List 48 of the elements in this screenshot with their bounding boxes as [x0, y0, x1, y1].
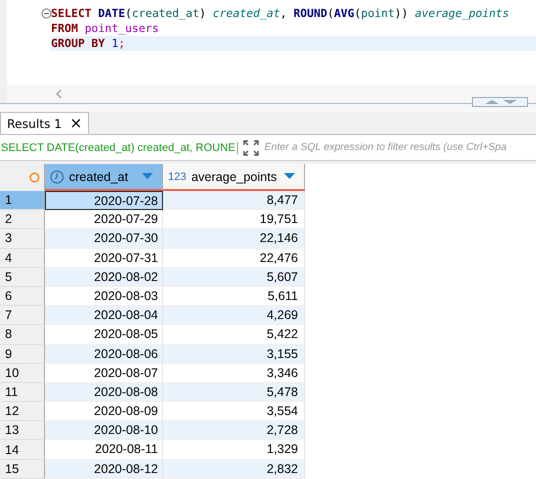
- row-number[interactable]: 8: [0, 325, 45, 344]
- row-number[interactable]: 6: [0, 286, 45, 306]
- row-number[interactable]: 14: [0, 440, 45, 460]
- column-name: created_at: [69, 170, 130, 184]
- table-cell: 2020-07-30: [45, 229, 163, 249]
- row-number[interactable]: 4: [0, 248, 45, 268]
- scroll-left-icon[interactable]: [55, 89, 63, 99]
- table-cell: 2020-08-02: [45, 268, 163, 287]
- table-cell: 2020-08-04: [45, 306, 163, 326]
- column-name: average_points: [191, 170, 278, 184]
- table-cell: 2020-08-06: [45, 344, 163, 364]
- table-cell: 8,477: [163, 191, 305, 210]
- table-cell: 22,146: [163, 229, 305, 249]
- dropdown-icon[interactable]: [284, 173, 295, 180]
- row-number[interactable]: 10: [0, 364, 45, 383]
- row-number[interactable]: 7: [0, 306, 45, 326]
- close-icon[interactable]: ×: [70, 116, 82, 131]
- table-cell: 2,728: [163, 421, 305, 440]
- table-cell: 2020-08-12: [45, 460, 163, 479]
- row-number[interactable]: 2: [0, 210, 45, 230]
- column-header[interactable]: created_at: [45, 164, 163, 191]
- query-text: SELECT DATE(created_at) created_at, ROUNE: [0, 142, 238, 154]
- row-number[interactable]: 5: [0, 268, 45, 287]
- code-line: FROM point_users: [51, 21, 160, 36]
- table-cell: 5,478: [163, 382, 305, 402]
- row-number[interactable]: 11: [0, 382, 45, 402]
- results-tab[interactable]: Results 1 ×: [0, 112, 90, 134]
- panel-toggle-icon[interactable]: [472, 97, 528, 107]
- table-cell: 5,607: [163, 268, 305, 287]
- table-cell: 2,832: [163, 460, 305, 479]
- row-number[interactable]: 15: [0, 460, 45, 479]
- row-number[interactable]: 1: [0, 191, 45, 210]
- row-number[interactable]: 3: [0, 229, 45, 249]
- table-cell: 4,269: [163, 306, 305, 326]
- type-label: 123: [168, 170, 186, 182]
- dropdown-icon[interactable]: [142, 173, 153, 180]
- row-number[interactable]: 13: [0, 421, 45, 440]
- table-cell: 2020-07-28: [45, 191, 163, 210]
- row-number[interactable]: 12: [0, 402, 45, 422]
- table-cell: 2020-08-08: [45, 382, 163, 402]
- row-number[interactable]: 9: [0, 344, 45, 364]
- clock-icon: [50, 170, 64, 184]
- code-line: SELECT DATE(created_at) created_at, ROUND(AVG(point)) average_points: [51, 6, 510, 21]
- expand-icon[interactable]: [243, 140, 260, 156]
- column-header[interactable]: 123 average_points: [163, 164, 305, 191]
- row-status-icon: [29, 172, 40, 183]
- table-cell: 3,155: [163, 344, 305, 364]
- table-cell: 2020-08-10: [45, 421, 163, 440]
